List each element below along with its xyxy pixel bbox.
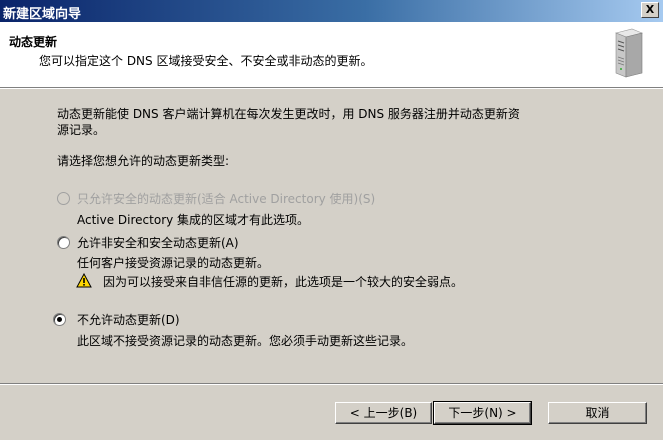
allow-nonsecure-description: 任何客户接受资源记录的动态更新。	[77, 256, 270, 270]
allow-nonsecure-radio[interactable]	[57, 236, 70, 249]
radio-selected-dot	[57, 317, 62, 322]
title-bar: 新建区域向导 X	[0, 0, 663, 22]
next-button[interactable]: 下一步(N) >	[433, 401, 532, 425]
footer-divider	[0, 383, 663, 385]
close-button[interactable]: X	[641, 2, 659, 18]
warning-icon	[76, 273, 92, 288]
server-icon	[615, 28, 643, 78]
secure-only-label: 只允许安全的动态更新(适合 Active Directory 使用)(S)	[77, 192, 376, 206]
no-dynamic-update-radio[interactable]	[53, 313, 66, 326]
page-subtitle: 您可以指定这个 DNS 区域接受安全、不安全或非动态的更新。	[39, 54, 373, 68]
back-button[interactable]: < 上一步(B)	[335, 402, 432, 424]
wizard-header: 动态更新 您可以指定这个 DNS 区域接受安全、不安全或非动态的更新。	[0, 22, 663, 88]
no-dynamic-update-description: 此区域不接受资源记录的动态更新。您必须手动更新这些记录。	[77, 334, 414, 348]
allow-nonsecure-label: 允许非安全和安全动态更新(A)	[77, 236, 239, 250]
intro-text-line2: 源记录。	[57, 123, 106, 137]
secure-only-description: Active Directory 集成的区域才有此选项。	[77, 213, 310, 227]
security-warning-text: 因为可以接受来自非信任源的更新，此选项是一个较大的安全弱点。	[103, 275, 464, 289]
header-divider	[0, 88, 663, 89]
secure-only-radio[interactable]	[57, 192, 70, 205]
no-dynamic-update-label: 不允许动态更新(D)	[77, 313, 180, 327]
page-title: 动态更新	[9, 35, 58, 49]
window-title: 新建区域向导	[3, 7, 82, 22]
update-type-prompt: 请选择您想允许的动态更新类型:	[57, 154, 230, 168]
cancel-button[interactable]: 取消	[548, 402, 647, 424]
intro-text-line1: 动态更新能使 DNS 客户端计算机在每次发生更改时，用 DNS 服务器注册并动态…	[57, 107, 520, 121]
